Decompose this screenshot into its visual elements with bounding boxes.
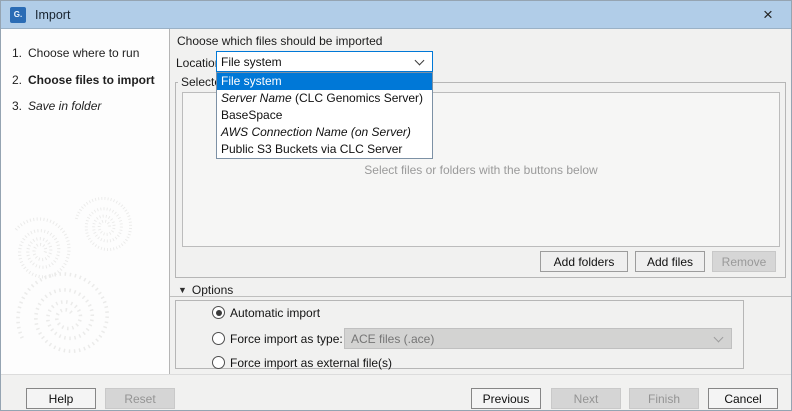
title-bar: G. Import × [1, 1, 792, 29]
step-label: Choose where to run [28, 46, 139, 60]
dropdown-option-file-system[interactable]: File system [217, 73, 432, 90]
step-number: 1. [12, 46, 28, 60]
radio-force-import-type-label[interactable]: Force import as type: [230, 332, 343, 346]
wizard-content: Choose which files should be imported Lo… [170, 29, 792, 374]
force-type-combobox-value: ACE files (.ace) [351, 332, 715, 346]
chevron-down-icon [415, 55, 425, 65]
step-label: Save in folder [28, 99, 101, 113]
location-combobox[interactable]: File system [216, 51, 433, 72]
add-files-button[interactable]: Add files [635, 251, 705, 272]
dropdown-option-server-name[interactable]: Server Name (CLC Genomics Server) [217, 90, 432, 107]
dropdown-option-public-s3[interactable]: Public S3 Buckets via CLC Server [217, 141, 432, 158]
location-combobox-value: File system [221, 55, 416, 69]
wizard-step-3: 3. Save in folder [1, 99, 170, 113]
step-number: 3. [12, 99, 28, 113]
reset-button: Reset [105, 388, 175, 409]
options-group: Automatic import Force import as type: A… [175, 300, 744, 369]
options-divider [170, 296, 792, 297]
previous-button[interactable]: Previous [471, 388, 541, 409]
radio-automatic-import-label[interactable]: Automatic import [230, 306, 320, 320]
wizard-step-1: 1. Choose where to run [1, 46, 170, 60]
dropdown-option-basespace[interactable]: BaseSpace [217, 107, 432, 124]
wizard-step-2: 2. Choose files to import [1, 73, 170, 87]
force-type-combobox: ACE files (.ace) [344, 328, 732, 349]
chevron-down-icon [714, 332, 724, 342]
finish-button: Finish [629, 388, 699, 409]
file-buttons-row: Add folders Add files Remove [540, 251, 776, 272]
radio-force-import-external[interactable] [212, 356, 225, 369]
wizard-sidebar: 1. Choose where to run 2. Choose files t… [1, 29, 170, 374]
cancel-button[interactable]: Cancel [708, 388, 778, 409]
page-title: Choose which files should be imported [177, 34, 382, 48]
dropdown-option-aws-connection[interactable]: AWS Connection Name (on Server) [217, 124, 432, 141]
step-label: Choose files to import [28, 73, 155, 87]
radio-force-import-type[interactable] [212, 332, 225, 345]
collapse-triangle-icon: ▼ [178, 285, 187, 295]
add-folders-button[interactable]: Add folders [540, 251, 628, 272]
options-section-header[interactable]: ▼ Options [178, 283, 233, 297]
next-button: Next [551, 388, 621, 409]
help-button[interactable]: Help [26, 388, 96, 409]
app-icon: G. [10, 7, 26, 23]
radio-force-import-external-label[interactable]: Force import as external file(s) [230, 356, 392, 370]
import-dialog: G. Import × 1. Choose where to run 2. Ch… [0, 0, 792, 411]
window-title: Import [35, 8, 70, 22]
remove-button: Remove [712, 251, 776, 272]
location-dropdown-list: File system Server Name (CLC Genomics Se… [216, 72, 433, 159]
radio-automatic-import[interactable] [212, 306, 225, 319]
options-header-label: Options [192, 283, 233, 297]
empty-state-text: Select files or folders with the buttons… [364, 163, 597, 177]
location-label: Location [176, 56, 221, 70]
step-number: 2. [12, 73, 28, 87]
footer-bar: Help Reset Previous Next Finish Cancel [1, 374, 792, 411]
close-icon[interactable]: × [757, 5, 779, 25]
